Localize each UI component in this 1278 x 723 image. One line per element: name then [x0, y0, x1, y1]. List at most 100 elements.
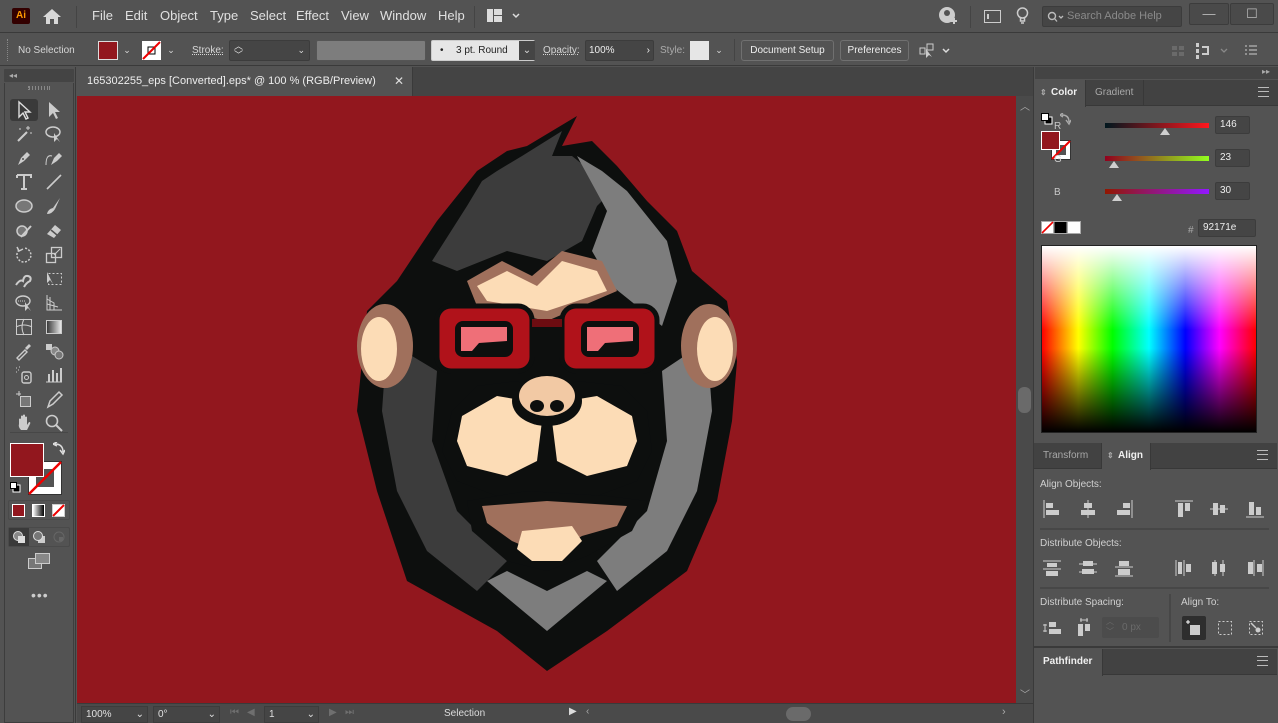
- green-slider-thumb[interactable]: [1109, 161, 1120, 168]
- color-panel-fill-swatch[interactable]: [1041, 131, 1060, 150]
- panel-grip[interactable]: [28, 86, 50, 90]
- shaper-tool[interactable]: [10, 220, 38, 242]
- rotation-field[interactable]: 0° ⌄: [153, 706, 220, 723]
- vertical-scrollbar[interactable]: ︿ ﹀: [1016, 96, 1033, 703]
- horizontal-align-right-icon[interactable]: [1114, 499, 1134, 519]
- blue-value-field[interactable]: 30: [1215, 182, 1250, 200]
- opacity-label[interactable]: Opacity:: [543, 45, 580, 56]
- column-graph-tool[interactable]: [40, 364, 68, 386]
- artboard-canvas[interactable]: [77, 96, 1016, 703]
- red-slider-thumb[interactable]: [1159, 128, 1170, 135]
- horizontal-distribute-right-icon[interactable]: [1245, 558, 1265, 578]
- eraser-tool[interactable]: [40, 220, 68, 242]
- lightbulb-icon[interactable]: [1016, 7, 1029, 25]
- vertical-distribute-space-icon[interactable]: [1043, 618, 1063, 638]
- vertical-scroll-thumb[interactable]: [1018, 387, 1031, 413]
- zoom-tool[interactable]: [40, 412, 68, 434]
- control-menu-icon[interactable]: [1245, 45, 1257, 56]
- preferences-button[interactable]: Preferences: [840, 40, 909, 61]
- color-spectrum-picker[interactable]: [1041, 245, 1257, 433]
- red-slider-track[interactable]: [1105, 123, 1209, 128]
- brush-definition-dropdown[interactable]: • 3 pt. Round ⌄: [431, 40, 535, 61]
- blend-tool[interactable]: [40, 340, 68, 362]
- menu-effect[interactable]: Effect: [296, 8, 329, 23]
- document-setup-button[interactable]: Document Setup: [741, 40, 834, 61]
- draw-inside-icon[interactable]: [52, 530, 66, 544]
- red-value-field[interactable]: 146: [1215, 116, 1250, 134]
- tab-pathfinder[interactable]: Pathfinder: [1034, 649, 1103, 676]
- workspace-switcher-icon[interactable]: [487, 9, 521, 23]
- chevron-down-icon[interactable]: ⌄: [519, 41, 535, 60]
- fill-dropdown-chevron[interactable]: ⌄: [119, 40, 135, 61]
- pen-tool[interactable]: [10, 147, 38, 169]
- tab-color[interactable]: ⇕ Color: [1035, 80, 1086, 107]
- menu-window[interactable]: Window: [380, 8, 426, 23]
- ellipse-tool[interactable]: [10, 195, 38, 217]
- vertical-distribute-center-icon[interactable]: [1078, 558, 1098, 578]
- expand-dock-icon[interactable]: ▸▸: [1262, 67, 1270, 76]
- fill-swatch[interactable]: [98, 41, 118, 60]
- perspective-grid-tool[interactable]: [40, 292, 68, 314]
- magic-wand-tool[interactable]: [10, 123, 38, 145]
- default-fill-stroke-icon[interactable]: [1041, 113, 1053, 125]
- horizontal-scroll-thumb[interactable]: [786, 707, 811, 721]
- style-dropdown-chevron[interactable]: ⌄: [711, 40, 727, 61]
- panel-menu-icon[interactable]: [1257, 656, 1268, 666]
- document-tab[interactable]: 165302255_eps [Converted].eps* @ 100 % (…: [77, 67, 413, 96]
- menu-help[interactable]: Help: [438, 8, 465, 23]
- scale-tool[interactable]: [40, 244, 68, 266]
- vertical-distribute-top-icon[interactable]: [1042, 558, 1062, 578]
- eyedropper-tool[interactable]: [10, 340, 38, 362]
- chevron-down-icon[interactable]: ⌄: [297, 41, 305, 60]
- chevron-right-icon[interactable]: ›: [647, 41, 650, 60]
- quick-swatches[interactable]: [1041, 221, 1081, 234]
- default-fill-stroke-icon[interactable]: [10, 482, 21, 493]
- menu-select[interactable]: Select: [250, 8, 286, 23]
- stroke-dropdown-chevron[interactable]: ⌄: [163, 40, 179, 61]
- edit-toolbar-icon[interactable]: •••: [31, 587, 49, 603]
- vertical-align-center-icon[interactable]: [1209, 499, 1229, 519]
- blue-slider-thumb[interactable]: [1112, 194, 1123, 201]
- type-tool[interactable]: [10, 171, 38, 193]
- maximize-button[interactable]: ☐: [1230, 3, 1274, 25]
- horizontal-distribute-left-icon[interactable]: [1174, 558, 1194, 578]
- direct-selection-tool[interactable]: [40, 99, 68, 121]
- chevron-down-icon[interactable]: ⌄: [208, 707, 216, 722]
- horizontal-distribute-center-icon[interactable]: [1209, 558, 1229, 578]
- green-slider-track[interactable]: [1105, 156, 1209, 161]
- align-to-selection-icon[interactable]: [1215, 618, 1235, 638]
- scroll-up-icon[interactable]: ︿: [1020, 98, 1030, 113]
- swap-colors-icon[interactable]: [1060, 113, 1071, 126]
- status-menu-icon[interactable]: ▶: [569, 706, 577, 717]
- lasso-tool[interactable]: [40, 123, 68, 145]
- scroll-left-icon[interactable]: ‹: [586, 706, 589, 717]
- chevron-down-icon[interactable]: ⌄: [136, 707, 144, 722]
- stroke-weight-field[interactable]: ︿ ﹀ ⌄: [229, 40, 310, 61]
- bar-grip[interactable]: [7, 39, 10, 61]
- curvature-tool[interactable]: [40, 147, 68, 169]
- hex-value-field[interactable]: 92171e: [1198, 219, 1256, 237]
- menu-type[interactable]: Type: [210, 8, 238, 23]
- previous-artboard-icon[interactable]: ◀: [247, 707, 255, 718]
- draw-behind-icon[interactable]: [32, 530, 46, 544]
- monkey-illustration[interactable]: [347, 111, 747, 681]
- selection-tool[interactable]: [10, 99, 38, 121]
- none-mode-button[interactable]: [52, 504, 65, 517]
- collapse-panel-button[interactable]: ◂◂: [4, 69, 74, 82]
- scroll-down-icon[interactable]: ﹀: [1020, 686, 1030, 701]
- gradient-tool[interactable]: [40, 316, 68, 338]
- distribute-options-icon[interactable]: [1196, 43, 1232, 59]
- stroke-swatch-none[interactable]: [142, 41, 161, 60]
- vertical-align-top-icon[interactable]: [1174, 499, 1194, 519]
- menu-file[interactable]: File: [92, 8, 113, 23]
- gradient-mode-button[interactable]: [32, 504, 45, 517]
- tab-transform[interactable]: Transform: [1034, 443, 1102, 469]
- home-icon[interactable]: [42, 8, 62, 25]
- variable-width-profile[interactable]: [316, 40, 426, 61]
- graphic-style-swatch[interactable]: [690, 41, 709, 60]
- swap-fill-stroke-icon[interactable]: [53, 442, 65, 456]
- puppet-warp-tool[interactable]: [10, 268, 38, 290]
- artboard-number-field[interactable]: 1 ⌄: [264, 706, 319, 723]
- first-artboard-icon[interactable]: ⏮: [230, 707, 239, 718]
- panel-menu-icon[interactable]: [1258, 87, 1269, 97]
